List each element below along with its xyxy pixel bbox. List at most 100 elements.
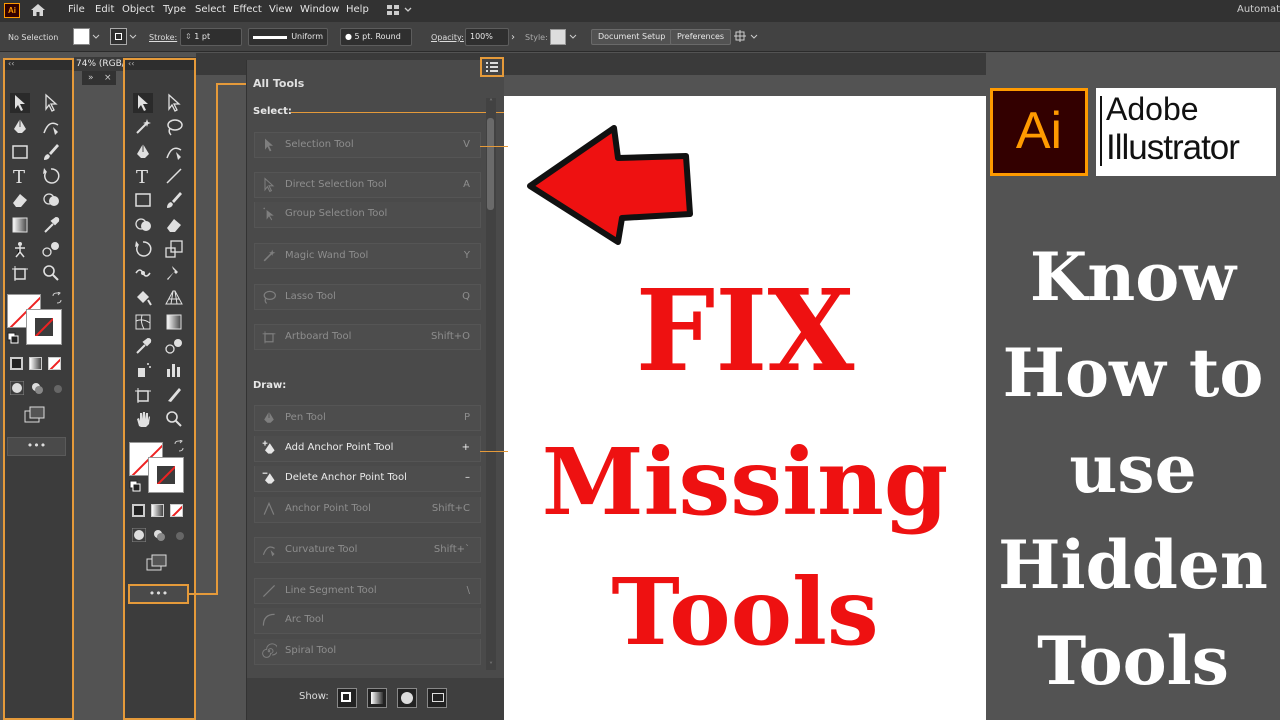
lasso-icon[interactable] [164,117,184,137]
curvature-icon[interactable] [41,117,61,137]
slice-icon[interactable] [164,385,184,405]
gradient-icon[interactable] [151,504,164,517]
pen-icon[interactable] [10,117,30,137]
menu-help[interactable]: Help [346,4,369,15]
workspace-switcher[interactable]: Automat [1237,4,1280,15]
preferences-button[interactable]: Preferences [670,29,732,45]
default-colors-icon[interactable] [129,480,141,492]
pin-icon[interactable] [164,263,184,283]
graphic-style-swatch[interactable] [550,29,566,45]
tool-row-line-segment-tool[interactable]: Line Segment Tool \ [254,578,481,604]
perspective-grid-icon[interactable] [164,287,184,307]
menu-view[interactable]: View [269,4,293,15]
magic-wand-icon[interactable] [133,117,153,137]
tool-row-delete-anchor-point-tool[interactable]: Delete Anchor Point Tool – [254,466,481,492]
close-icon[interactable]: × [104,71,112,85]
tool-row-group-selection-tool[interactable]: Group Selection Tool [254,202,481,228]
scrollbar[interactable]: ˄ ˅ [486,98,496,670]
direct-selection-icon[interactable] [164,93,184,113]
show-gradient-icon[interactable] [367,688,387,708]
draw-behind-icon[interactable] [30,381,44,395]
symbol-sprayer-icon[interactable] [133,360,153,380]
zoom-icon[interactable] [164,409,184,429]
panel-collapse-bar[interactable]: » × [82,71,116,85]
shape-builder-icon[interactable] [41,190,61,210]
artboard-tool-icon[interactable] [133,385,153,405]
tool-row-lasso-tool[interactable]: Lasso Tool Q [254,284,481,310]
paintbrush-icon[interactable] [41,142,61,162]
tool-row-spiral-tool[interactable]: Spiral Tool [254,639,481,665]
edit-toolbar-button[interactable]: ••• [128,584,189,604]
default-colors-icon[interactable] [7,332,19,344]
edit-toolbar-button[interactable]: ••• [7,437,66,456]
scroll-up-icon[interactable]: ˄ [486,98,496,108]
document-setup-button[interactable]: Document Setup [591,29,673,45]
tool-row-arc-tool[interactable]: Arc Tool [254,608,481,634]
tool-row-add-anchor-point-tool[interactable]: Add Anchor Point Tool + [254,436,481,462]
swap-icon[interactable] [173,440,185,452]
menu-object[interactable]: Object [122,4,155,15]
paintbrush-icon[interactable] [164,190,184,210]
curvature-icon[interactable] [164,142,184,162]
tool-row-pen-tool[interactable]: Pen Tool P [254,405,481,431]
selection-arrow-icon[interactable] [10,93,30,113]
chevron-down-icon[interactable] [92,34,100,40]
menu-edit[interactable]: Edit [95,4,114,15]
arrange-documents-icon[interactable] [386,3,414,20]
shape-builder-icon[interactable] [133,215,153,235]
tool-row-curvature-tool[interactable]: Curvature Tool Shift+` [254,537,481,563]
rotate-icon[interactable] [133,239,153,259]
tool-row-selection-tool[interactable]: Selection Tool V [254,132,481,158]
warp-icon[interactable] [133,263,153,283]
artboard[interactable]: FIX Missing Tools [504,96,986,720]
fill-stroke-widget[interactable] [129,440,185,496]
tool-row-artboard-tool[interactable]: Artboard Tool Shift+O [254,324,481,350]
artboard-tool-icon[interactable] [10,263,30,283]
draw-behind-icon[interactable] [152,528,166,542]
selection-arrow-icon[interactable] [133,93,153,113]
chevron-down-icon[interactable] [569,34,577,40]
gradient-icon[interactable] [29,357,42,370]
draw-normal-icon[interactable] [132,528,146,542]
puppet-warp-icon[interactable] [10,239,30,259]
screen-mode-icon[interactable] [146,554,170,572]
color-icon[interactable] [10,357,23,370]
menu-type[interactable]: Type [163,4,186,15]
rectangle-icon[interactable] [133,190,153,210]
none-icon[interactable] [170,504,183,517]
hand-icon[interactable] [133,409,153,429]
eraser-icon[interactable] [164,215,184,235]
line-segment-icon[interactable] [164,166,184,186]
menu-window[interactable]: Window [300,4,339,15]
chevron-down-icon[interactable] [129,34,137,40]
menu-file[interactable]: File [68,4,85,15]
toolbar-header[interactable]: ‹‹ [5,60,72,70]
variable-width-profile[interactable]: Uniform [248,28,328,46]
menu-select[interactable]: Select [195,4,226,15]
eyedropper-icon[interactable] [41,215,61,235]
eyedropper-icon[interactable] [133,336,153,356]
show-draw-mode-icon[interactable] [397,688,417,708]
blend-icon[interactable] [164,336,184,356]
blend-icon[interactable] [41,239,61,259]
show-default-icon[interactable] [337,688,357,708]
chevron-right-icon[interactable]: › [511,32,515,43]
gradient-icon[interactable] [164,312,184,332]
draw-inside-icon[interactable] [50,381,64,395]
tool-row-anchor-point-tool[interactable]: Anchor Point Tool Shift+C [254,497,481,523]
zoom-icon[interactable] [41,263,61,283]
scroll-thumb[interactable] [487,118,494,210]
draw-inside-icon[interactable] [172,528,186,542]
brush-definition[interactable]: ● 5 pt. Round [340,28,412,46]
draw-normal-icon[interactable] [10,381,24,395]
rectangle-icon[interactable] [10,142,30,162]
eraser-icon[interactable] [10,190,30,210]
rotate-icon[interactable] [41,166,61,186]
live-paint-icon[interactable] [133,287,153,307]
home-icon[interactable] [30,3,46,17]
stroke-weight-field[interactable]: ⇕ 1 pt [180,28,242,46]
tool-row-magic-wand-tool[interactable]: Magic Wand Tool Y [254,243,481,269]
stroke-label[interactable]: Stroke: [149,33,177,42]
scale-icon[interactable] [164,239,184,259]
screen-mode-icon[interactable] [24,406,48,424]
